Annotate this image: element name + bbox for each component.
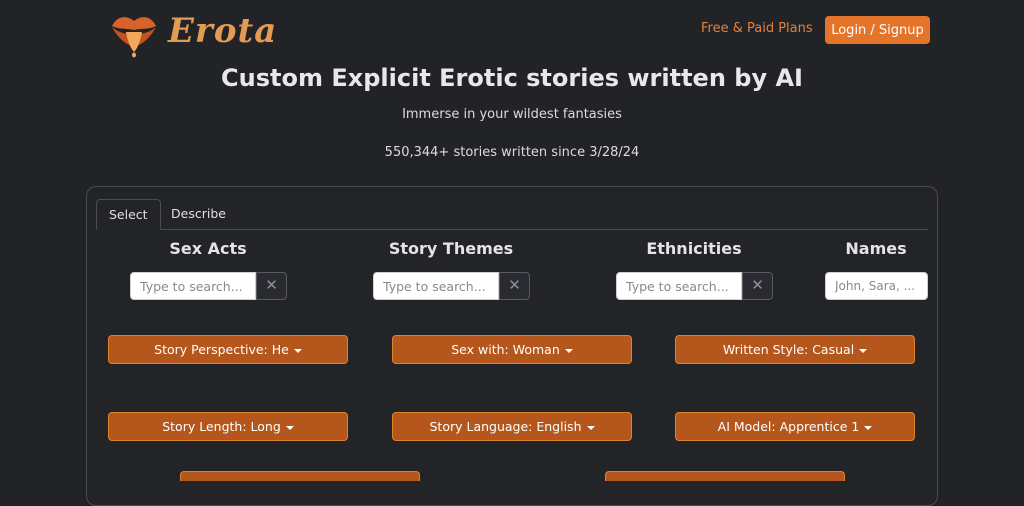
caret-down-icon <box>285 425 294 430</box>
sex-acts-clear-button[interactable]: ✕ <box>256 272 287 300</box>
logo-wordmark: Erota <box>168 11 278 51</box>
sex-acts-title: Sex Acts <box>169 239 247 258</box>
story-length-dropdown[interactable]: Story Length: Long <box>108 412 348 441</box>
dropdown-label: Story Perspective: He <box>154 342 289 357</box>
caret-down-icon <box>586 425 595 430</box>
close-icon: ✕ <box>508 276 521 294</box>
caret-down-icon <box>859 348 868 353</box>
sex-with-dropdown[interactable]: Sex with: Woman <box>392 335 632 364</box>
partial-dropdown-left[interactable] <box>180 471 420 481</box>
dropdown-label: Sex with: Woman <box>451 342 560 357</box>
story-language-dropdown[interactable]: Story Language: English <box>392 412 632 441</box>
dropdown-label: Written Style: Casual <box>722 342 855 357</box>
caret-down-icon <box>864 425 873 430</box>
top-nav: Erota Free & Paid Plans Login / Signup <box>0 0 1024 62</box>
story-themes-clear-button[interactable]: ✕ <box>499 272 530 300</box>
written-style-dropdown[interactable]: Written Style: Casual <box>675 335 915 364</box>
caret-down-icon <box>564 348 573 353</box>
page-title: Custom Explicit Erotic stories written b… <box>221 64 803 92</box>
dropdown-label: AI Model: Apprentice 1 <box>717 419 860 434</box>
tab-describe[interactable]: Describe <box>159 199 238 230</box>
login-signup-button[interactable]: Login / Signup <box>825 16 930 44</box>
story-themes-title: Story Themes <box>388 239 514 258</box>
plans-link[interactable]: Free & Paid Plans <box>701 21 813 36</box>
caret-down-icon <box>293 348 302 353</box>
page-subtitle: Immerse in your wildest fantasies <box>402 107 622 122</box>
lips-logo-icon <box>112 17 156 58</box>
story-perspective-dropdown[interactable]: Story Perspective: He <box>108 335 348 364</box>
tab-select[interactable]: Select <box>96 199 161 230</box>
names-input[interactable] <box>825 272 928 300</box>
ethnicities-title: Ethnicities <box>646 239 742 258</box>
story-count: 550,344+ stories written since 3/28/24 <box>384 145 640 160</box>
close-icon: ✕ <box>751 276 764 294</box>
names-title: Names <box>845 239 907 258</box>
dropdown-label: Story Length: Long <box>162 419 281 434</box>
close-icon: ✕ <box>265 276 278 294</box>
ethnicities-clear-button[interactable]: ✕ <box>742 272 773 300</box>
partial-dropdown-right[interactable] <box>605 471 845 481</box>
logo[interactable]: Erota <box>108 6 276 58</box>
story-themes-search-input[interactable] <box>373 272 499 300</box>
ethnicities-search-input[interactable] <box>616 272 742 300</box>
sex-acts-search-input[interactable] <box>130 272 256 300</box>
dropdown-label: Story Language: English <box>429 419 582 434</box>
ai-model-dropdown[interactable]: AI Model: Apprentice 1 <box>675 412 915 441</box>
